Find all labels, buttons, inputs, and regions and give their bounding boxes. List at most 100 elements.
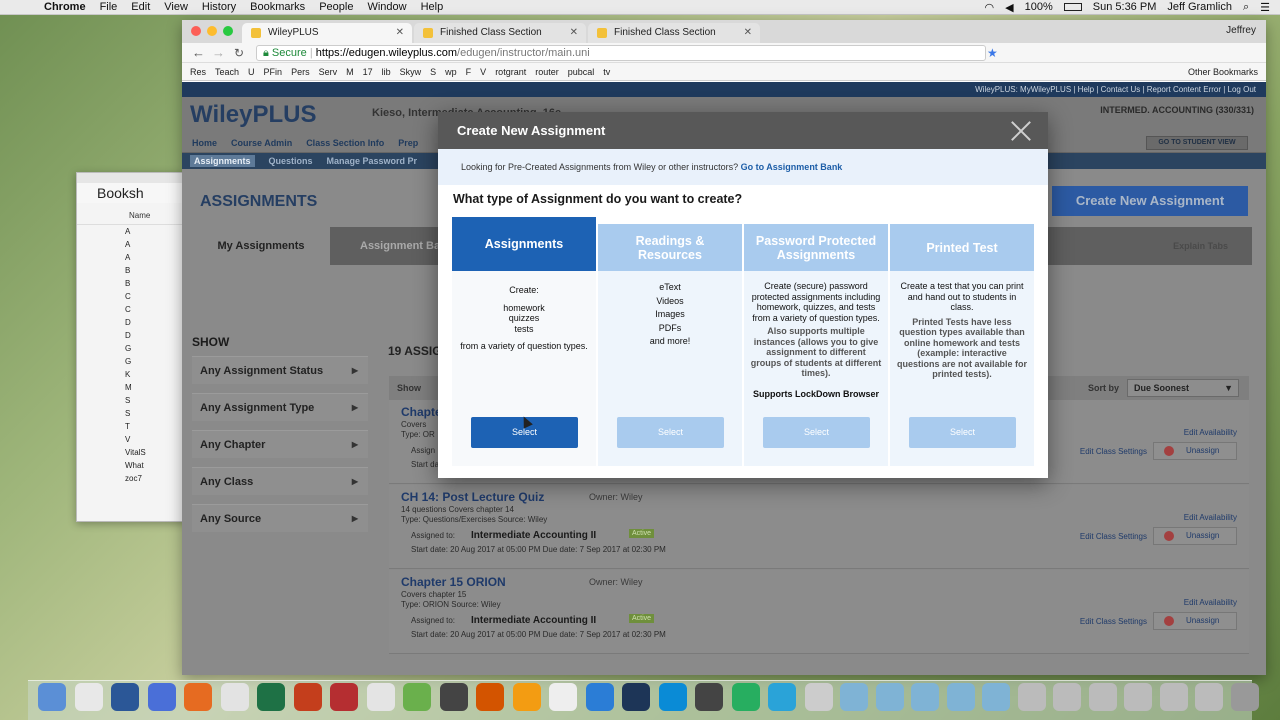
close-tab-icon[interactable]: ✕ xyxy=(396,23,404,43)
zoom-window-button[interactable] xyxy=(223,26,233,36)
folder-icon[interactable] xyxy=(875,683,904,711)
finder-list-item[interactable]: What xyxy=(77,459,185,472)
bookmark-item[interactable]: M xyxy=(346,67,354,77)
finder-list-item[interactable]: S xyxy=(77,407,185,420)
bookmark-item[interactable]: U xyxy=(248,67,255,77)
word-icon[interactable] xyxy=(111,683,139,711)
finder-window[interactable]: Booksh Name A A A B B C C D D G G K M S S T V VitalS What z… xyxy=(76,172,186,522)
assignment-title[interactable]: CH 14: Post Lecture Quiz xyxy=(401,490,544,504)
finder-list-item[interactable]: D xyxy=(77,329,185,342)
finder-list-item[interactable]: T xyxy=(77,420,185,433)
facetime-icon[interactable] xyxy=(366,683,395,711)
assignment-title[interactable]: Chapter 15 ORION xyxy=(401,575,506,589)
finder-list-item[interactable]: A xyxy=(77,225,185,238)
menu-window[interactable]: Window xyxy=(367,1,406,13)
battery-percent[interactable]: 100% xyxy=(1025,1,1053,13)
edit-availability-link[interactable]: Edit Availability xyxy=(1184,513,1237,522)
close-window-button[interactable] xyxy=(191,26,201,36)
zoom-icon[interactable] xyxy=(695,683,723,711)
nav-course-admin[interactable]: Course Admin xyxy=(231,138,292,148)
bookmark-item[interactable]: Pers xyxy=(291,67,310,77)
filter-source[interactable]: Any Source ▶ xyxy=(192,504,368,532)
tab-finished-class-section-2[interactable]: Finished Class Section ✕ xyxy=(588,23,760,43)
window-icon[interactable] xyxy=(1088,683,1117,711)
bookmark-item[interactable]: pubcal xyxy=(568,67,595,77)
sort-select[interactable]: Due Soonest ▼ xyxy=(1127,379,1239,397)
finder-icon[interactable] xyxy=(38,683,66,711)
finder-list-item[interactable]: G xyxy=(77,342,185,355)
tab-finished-class-section-1[interactable]: Finished Class Section ✕ xyxy=(414,23,586,43)
bookmark-item[interactable]: tv xyxy=(603,67,610,77)
window-icon[interactable] xyxy=(1195,683,1223,711)
firefox-icon[interactable] xyxy=(184,683,212,711)
bookmark-item[interactable]: router xyxy=(535,67,559,77)
bookmark-item[interactable]: Skyw xyxy=(400,67,422,77)
finder-list-item[interactable]: G xyxy=(77,355,185,368)
bookmark-star-icon[interactable]: ★ xyxy=(987,46,998,60)
finder-list-item[interactable]: zoc7 xyxy=(77,472,185,485)
finder-list-item[interactable]: A xyxy=(77,251,185,264)
preferences-icon[interactable] xyxy=(439,683,468,711)
search-icon[interactable]: ⌕ xyxy=(1243,1,1249,14)
nav-manage-password[interactable]: Manage Password Pr xyxy=(327,156,418,166)
filter-assignment-type[interactable]: Any Assignment Type ▶ xyxy=(192,393,368,421)
wifi-icon[interactable]: ◠ xyxy=(985,1,995,14)
finder-column-name[interactable]: Name xyxy=(77,211,185,225)
folder-icon[interactable] xyxy=(840,683,868,711)
bookmark-item[interactable]: S xyxy=(430,67,436,77)
bookmark-item[interactable]: 17 xyxy=(363,67,373,77)
app-menu[interactable]: Chrome xyxy=(44,1,86,13)
edit-class-settings-link[interactable]: Edit Class Settings xyxy=(1080,447,1147,456)
launchpad-icon[interactable] xyxy=(549,683,577,711)
finder-list-item[interactable]: A xyxy=(77,238,185,251)
trash-icon[interactable] xyxy=(1230,683,1259,711)
filter-chapter[interactable]: Any Chapter ▶ xyxy=(192,430,368,458)
bookmark-item[interactable]: PFin xyxy=(264,67,283,77)
assignment-title[interactable]: Chapte xyxy=(401,405,442,419)
tab-assignment-bank[interactable]: Assignment Ba xyxy=(360,227,440,265)
filter-assignment-status[interactable]: Any Assignment Status ▶ xyxy=(192,356,368,384)
list-icon[interactable]: ☰ xyxy=(1260,1,1270,14)
folder-icon[interactable] xyxy=(911,683,939,711)
stack-icon[interactable] xyxy=(804,683,833,711)
menu-help[interactable]: Help xyxy=(421,1,444,13)
card-assignments[interactable]: Assignments Create: homework quizzes tes… xyxy=(452,217,596,466)
bookmark-item[interactable]: V xyxy=(480,67,486,77)
window-icon[interactable] xyxy=(1053,683,1081,711)
finder-list-item[interactable]: V xyxy=(77,433,185,446)
chrome-icon[interactable] xyxy=(220,683,249,711)
wileyplus-logo[interactable]: WileyPLUS xyxy=(190,101,316,129)
app-icon[interactable] xyxy=(147,683,176,711)
close-tab-icon[interactable]: ✕ xyxy=(570,23,578,43)
tab-wileyplus[interactable]: WileyPLUS ✕ xyxy=(242,23,412,43)
finder-list-item[interactable]: K xyxy=(77,368,185,381)
top-links[interactable]: WileyPLUS: MyWileyPLUS | Help | Contact … xyxy=(182,82,1266,97)
other-bookmarks[interactable]: Other Bookmarks xyxy=(1188,67,1266,77)
photos-icon[interactable] xyxy=(476,683,504,711)
ibooks-icon[interactable] xyxy=(512,683,541,711)
card-printed-test[interactable]: Printed Test Create a test that you can … xyxy=(890,224,1034,466)
select-printed-test-button[interactable]: Select xyxy=(909,417,1016,448)
calendar-icon[interactable] xyxy=(658,683,687,711)
menu-bookmarks[interactable]: Bookmarks xyxy=(250,1,305,13)
reload-icon[interactable]: ↻ xyxy=(234,46,244,60)
bookmark-item[interactable]: lib xyxy=(382,67,391,77)
powerpoint-icon[interactable] xyxy=(293,683,322,711)
card-readings-resources[interactable]: Readings & Resources eText Videos Images… xyxy=(598,224,742,466)
profile-name[interactable]: Jeffrey xyxy=(1226,25,1256,36)
finder-list-item[interactable]: S xyxy=(77,394,185,407)
edit-class-settings-link[interactable]: Edit Class Settings xyxy=(1080,532,1147,541)
close-tab-icon[interactable]: ✕ xyxy=(744,23,752,43)
sequel-icon[interactable] xyxy=(622,683,650,711)
menu-view[interactable]: View xyxy=(164,1,188,13)
folder-icon[interactable] xyxy=(946,683,975,711)
excel-icon[interactable] xyxy=(257,683,285,711)
tab-my-assignments[interactable]: My Assignments xyxy=(192,227,330,265)
close-icon[interactable] xyxy=(1010,120,1032,142)
bookmark-item[interactable]: F xyxy=(466,67,472,77)
unassign-button[interactable]: Unassign xyxy=(1153,612,1237,630)
finder-list-item[interactable]: B xyxy=(77,264,185,277)
go-to-assignment-bank-link[interactable]: Go to Assignment Bank xyxy=(741,162,843,172)
select-password-protected-button[interactable]: Select xyxy=(763,417,870,448)
volume-icon[interactable]: ◀ xyxy=(1005,1,1013,14)
